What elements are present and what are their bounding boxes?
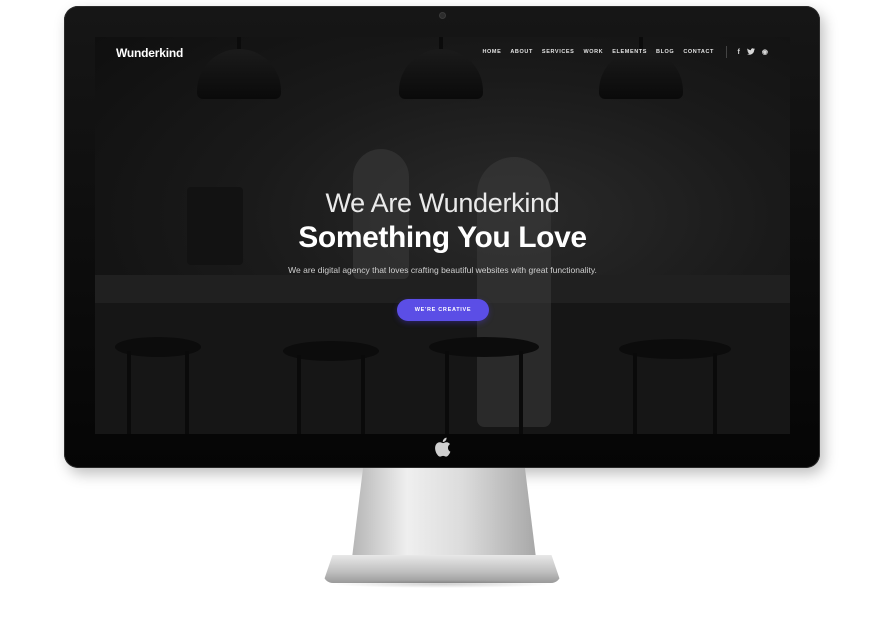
nav-item-blog[interactable]: BLOG	[656, 49, 674, 55]
monitor-stand-neck	[352, 468, 536, 558]
cta-button[interactable]: WE'RE CREATIVE	[397, 299, 489, 321]
dribbble-icon[interactable]: ◉	[762, 49, 768, 57]
main-nav: HOME ABOUT SERVICES WORK ELEMENTS BLOG C…	[482, 49, 714, 55]
twitter-icon[interactable]	[746, 48, 755, 58]
nav-item-home[interactable]: HOME	[482, 49, 501, 55]
pendant-lamp-image	[599, 37, 683, 101]
nav-item-contact[interactable]: CONTACT	[683, 49, 714, 55]
social-links: f ◉	[738, 48, 768, 58]
monitor-stand-base	[323, 555, 561, 583]
monitor-bezel: Wunderkind HOME ABOUT SERVICES WORK ELEM…	[64, 6, 820, 468]
nav-item-about[interactable]: ABOUT	[510, 49, 533, 55]
hero-title: Something You Love	[298, 221, 587, 254]
nav-item-elements[interactable]: ELEMENTS	[612, 49, 647, 55]
site-logo[interactable]: Wunderkind	[116, 46, 183, 60]
website-screen: Wunderkind HOME ABOUT SERVICES WORK ELEM…	[95, 37, 790, 434]
nav-item-services[interactable]: SERVICES	[542, 49, 575, 55]
facebook-icon[interactable]: f	[738, 49, 740, 57]
apple-logo-icon	[435, 437, 451, 457]
nav-item-work[interactable]: WORK	[583, 49, 603, 55]
bar-stool-image	[115, 337, 201, 434]
bar-stool-image	[619, 339, 731, 434]
bar-stool-image	[429, 337, 539, 434]
nav-divider	[726, 46, 727, 58]
pendant-lamp-image	[399, 37, 483, 101]
hero-description: We are digital agency that loves craftin…	[288, 265, 597, 275]
pendant-lamp-image	[197, 37, 281, 101]
monitor-stand-shadow	[330, 580, 554, 588]
hero-section: We Are Wunderkind Something You Love We …	[95, 187, 790, 275]
hero-subtitle: We Are Wunderkind	[325, 188, 560, 218]
bar-stool-image	[283, 341, 379, 434]
camera-dot	[439, 12, 446, 19]
